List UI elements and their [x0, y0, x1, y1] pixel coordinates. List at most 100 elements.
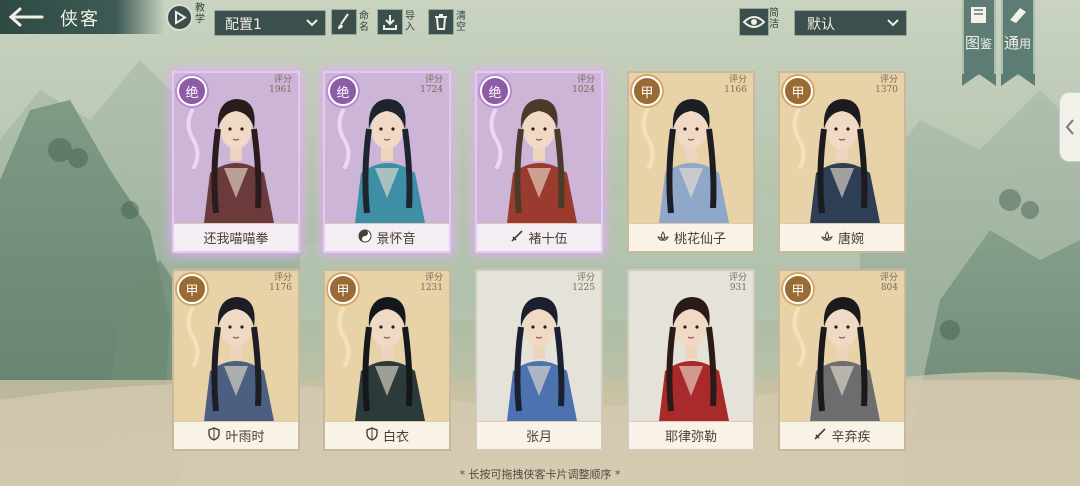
simple-mode-label: 简洁 — [769, 8, 779, 30]
page-title: 侠客 — [60, 9, 100, 30]
side-panel-tab[interactable] — [1059, 92, 1080, 162]
score-label: 评分 — [879, 273, 898, 283]
hero-name-bar: 桃花仙子 — [629, 223, 753, 251]
score-display: 评分 931 — [729, 273, 747, 293]
score-label: 评分 — [273, 75, 292, 85]
score-value: 1724 — [420, 85, 443, 95]
general-banner-button[interactable]: 通用 — [1001, 0, 1035, 86]
chevron-down-icon — [306, 19, 318, 27]
score-value: 1370 — [875, 85, 898, 95]
trash-icon — [428, 9, 454, 35]
hero-name: 唐婉 — [837, 232, 864, 247]
grade-badge: 绝 — [480, 76, 510, 106]
hero-card[interactable]: 评分 1225 张月 — [475, 269, 603, 451]
hero-card[interactable]: 甲 评分 1166 桃花仙子 — [627, 71, 755, 253]
sword-icon — [510, 229, 524, 247]
hero-card[interactable]: 评分 931 耶律弥勒 — [627, 269, 755, 451]
rename-button[interactable]: 命名 — [331, 7, 373, 37]
lotus-icon — [656, 229, 670, 247]
score-label: 评分 — [576, 273, 595, 283]
import-button[interactable]: 导入 — [377, 7, 419, 37]
hero-name: 桃花仙子 — [673, 232, 726, 247]
codex-label-big: 图 — [965, 34, 981, 52]
hero-name-bar: 辛弃疾 — [780, 421, 904, 449]
score-label: 评分 — [879, 75, 898, 85]
import-icon — [377, 9, 403, 35]
codex-label-small: 鉴 — [980, 37, 993, 51]
grade-badge: 甲 — [328, 274, 358, 304]
shield-icon — [365, 426, 379, 445]
hero-name-bar: 景怀音 — [325, 223, 449, 251]
hero-name: 景怀音 — [376, 232, 416, 247]
grade-badge: 甲 — [177, 274, 207, 304]
config-select[interactable]: 配置1 — [214, 10, 326, 36]
score-value: 931 — [729, 283, 747, 293]
grade-badge: 甲 — [783, 274, 813, 304]
ribbon-decoration — [489, 109, 503, 169]
eye-icon — [739, 8, 769, 36]
lotus-icon — [820, 229, 834, 247]
back-button[interactable] — [6, 4, 46, 30]
hero-card[interactable]: 绝 评分 1024 褚十伍 — [475, 71, 603, 253]
hero-card[interactable]: 甲 评分 804 辛弃疾 — [778, 269, 906, 451]
hero-card[interactable]: 绝 评分 1961 还我喵喵拳 — [172, 71, 300, 253]
score-display: 评分 1370 — [875, 75, 898, 95]
sort-select[interactable]: 默认 — [794, 10, 907, 36]
import-label: 导入 — [405, 11, 415, 33]
score-label: 评分 — [273, 273, 292, 283]
hero-name: 张月 — [525, 430, 552, 445]
hero-name-bar: 叶雨时 — [174, 421, 298, 449]
clear-label: 清空 — [456, 11, 466, 33]
book-icon — [971, 7, 986, 23]
clear-button[interactable]: 清空 — [428, 7, 470, 37]
score-display: 评分 1176 — [269, 273, 292, 293]
hero-name: 还我喵喵拳 — [203, 232, 269, 247]
score-display: 评分 1961 — [269, 75, 292, 95]
hero-name-bar: 唐婉 — [780, 223, 904, 251]
codex-banner-button[interactable]: 图鉴 — [962, 0, 996, 86]
ribbon-decoration — [186, 109, 200, 169]
score-label: 评分 — [576, 75, 595, 85]
yin-yang-icon — [358, 229, 372, 247]
drag-hint: * 长按可拖拽侠客卡片调整顺序 * — [459, 468, 621, 481]
hero-card[interactable]: 甲 评分 1231 白衣 — [323, 269, 451, 451]
chevron-down-icon — [887, 19, 899, 27]
simple-mode-toggle[interactable]: 简洁 — [739, 8, 789, 38]
general-label-small: 用 — [1019, 37, 1032, 51]
grade-badge: 绝 — [328, 76, 358, 106]
score-label: 评分 — [728, 273, 747, 283]
ribbon-decoration — [186, 307, 200, 367]
hero-name: 白衣 — [382, 430, 409, 445]
hero-name: 耶律弥勒 — [664, 430, 717, 445]
hero-card[interactable]: 绝 评分 1724 景怀音 — [323, 71, 451, 253]
ribbon-decoration — [641, 109, 655, 169]
score-value: 804 — [880, 283, 898, 293]
scroll-icon — [1010, 8, 1026, 23]
ribbon-decoration — [337, 307, 351, 367]
score-value: 1225 — [572, 283, 595, 293]
hero-name-bar: 白衣 — [325, 421, 449, 449]
top-bar: 侠客 教学 配置1 命名 导入 清空 简洁 默认 — [0, 0, 1080, 44]
hero-name-bar: 耶律弥勒 — [629, 421, 753, 449]
title-bar: 侠客 — [0, 0, 165, 34]
hero-name: 叶雨时 — [225, 430, 265, 445]
score-display: 评分 1024 — [572, 75, 595, 95]
grade-badge: 甲 — [632, 76, 662, 106]
score-label: 评分 — [728, 75, 747, 85]
back-arrow-icon — [8, 7, 44, 27]
chevron-left-icon — [1065, 119, 1074, 135]
sword-icon — [813, 427, 827, 445]
general-label-big: 通 — [1004, 34, 1020, 52]
score-label: 评分 — [424, 273, 443, 283]
hero-card[interactable]: 甲 评分 1370 唐婉 — [778, 71, 906, 253]
tutorial-button[interactable]: 教学 — [166, 3, 210, 33]
sort-value: 默认 — [807, 17, 835, 33]
score-value: 1024 — [572, 85, 595, 95]
score-value: 1231 — [420, 283, 443, 293]
hero-name: 辛弃疾 — [831, 430, 871, 445]
score-display: 评分 804 — [880, 273, 898, 293]
score-label: 评分 — [424, 75, 443, 85]
ribbon-decoration — [792, 109, 806, 169]
hero-card[interactable]: 甲 评分 1176 叶雨时 — [172, 269, 300, 451]
hero-portrait — [629, 271, 753, 421]
